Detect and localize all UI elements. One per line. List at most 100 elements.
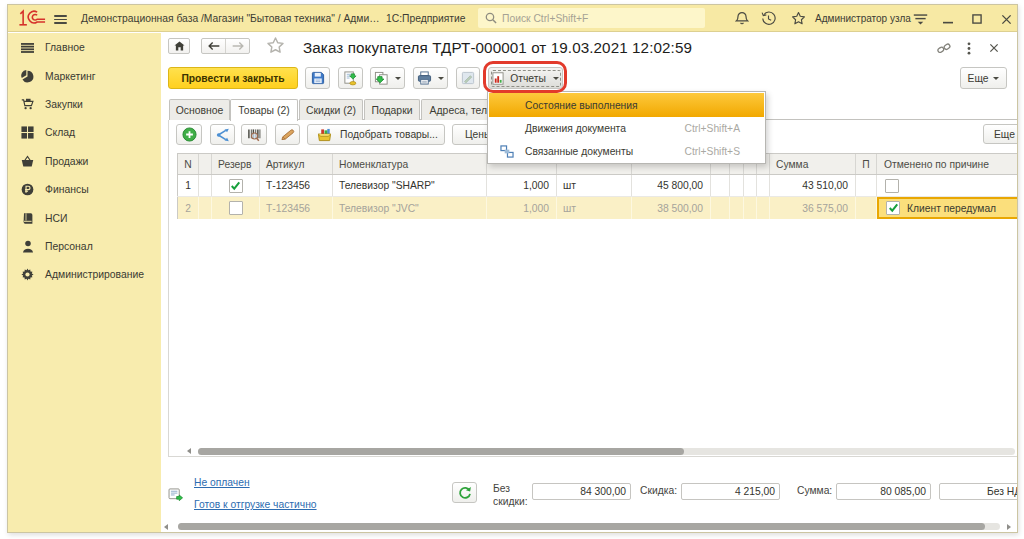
history-icon[interactable] <box>760 10 777 27</box>
pie-chart-icon <box>21 70 34 83</box>
sidebar-item-6[interactable]: Финансы <box>8 176 161 204</box>
payment-status-link[interactable]: Не оплачен <box>194 477 250 488</box>
cell-reserve[interactable] <box>212 197 260 219</box>
no-discount-field[interactable]: 84 300,00 <box>532 483 631 500</box>
pick-goods-button[interactable]: Подобрать товары... <box>307 124 445 145</box>
main-menu-icon[interactable] <box>54 15 67 24</box>
col-n[interactable]: N <box>177 154 199 174</box>
dropdown-caret-icon <box>993 77 999 80</box>
database-title: Демонстрационная база /Магазин "Бытовая … <box>81 13 380 24</box>
form-hscrollbar-thumb[interactable] <box>178 523 985 530</box>
more-button-table[interactable]: Еще <box>983 124 1018 144</box>
home-button[interactable] <box>168 38 190 54</box>
book-icon <box>21 212 34 225</box>
menu-item-shortcut: Ctrl+Shift+A <box>684 123 740 134</box>
tab-discounts[interactable]: Скидки (2) <box>299 99 363 120</box>
cell-name: Телевизор "JVC" <box>333 197 487 219</box>
col-reserve[interactable]: Резерв <box>212 154 260 174</box>
cell-x <box>744 197 757 219</box>
tab-main[interactable]: Основное <box>169 99 230 120</box>
cell-sku: Т-123456 <box>260 197 333 219</box>
checkbox-unchecked[interactable] <box>229 201 243 215</box>
tab-goods[interactable]: Товары (2) <box>230 99 298 121</box>
barcode-scan-button[interactable] <box>241 124 267 145</box>
favorite-star-icon[interactable] <box>266 36 285 57</box>
create-based-on-button[interactable] <box>370 67 405 89</box>
sidebar-item-7[interactable]: НСИ <box>8 204 161 232</box>
col-cancel-reason[interactable]: Отменено по причине <box>877 154 1018 174</box>
tab-gifts[interactable]: Подарки <box>364 99 420 120</box>
nav-group <box>201 38 250 54</box>
tools-settings-icon[interactable] <box>911 10 929 27</box>
app-name: 1С:Предприятие <box>386 13 465 24</box>
checkbox-checked[interactable] <box>886 201 900 215</box>
attach-file-button-disabled[interactable] <box>456 67 480 89</box>
menu-item-document-movements[interactable]: Движения документа Ctrl+Shift+A <box>489 117 764 140</box>
edit-row-button[interactable] <box>275 124 300 145</box>
cell-x <box>730 175 744 196</box>
cell-price: 45 800,00 <box>632 175 711 196</box>
forward-button[interactable] <box>226 39 249 53</box>
maximize-button[interactable] <box>969 11 985 27</box>
sidebar-item-4[interactable]: Склад <box>8 119 161 147</box>
col-p[interactable]: П <box>856 154 877 174</box>
get-link-icon[interactable] <box>937 42 951 57</box>
basket-icon <box>21 155 34 168</box>
table-hscrollbar-thumb[interactable] <box>198 448 684 455</box>
back-button[interactable] <box>202 39 226 53</box>
notifications-bell-icon[interactable] <box>733 10 750 27</box>
menu-item-execution-state[interactable]: Состояние выполнения <box>489 93 764 117</box>
post-document-button[interactable] <box>338 67 363 89</box>
reports-button[interactable]: Отчеты <box>488 67 563 89</box>
cell-reserve[interactable] <box>212 175 260 196</box>
sidebar-item-label: Администрирование <box>45 269 144 280</box>
col-sku[interactable]: Артикул <box>260 154 333 174</box>
sidebar-item-5[interactable]: Продажи <box>8 147 161 175</box>
col-spacer <box>199 154 212 174</box>
discount-label: Скидка: <box>640 485 677 496</box>
refresh-button[interactable] <box>452 482 477 503</box>
split-row-button[interactable] <box>210 124 235 145</box>
col-sum[interactable]: Сумма <box>770 154 856 174</box>
global-search-input[interactable]: Поиск Ctrl+Shift+F <box>478 8 705 28</box>
total-field[interactable]: 80 085,00 <box>836 483 931 500</box>
checkbox-checked[interactable] <box>229 179 243 193</box>
menu-item-related-documents[interactable]: Связанные документы Ctrl+Shift+S <box>489 140 764 163</box>
kebab-menu-icon[interactable] <box>967 42 971 57</box>
table-row-selected[interactable]: 2 Т-123456 Телевизор "JVC" 1,000 шт 38 5… <box>177 197 1018 219</box>
discount-field[interactable]: 4 215,00 <box>681 483 780 500</box>
post-and-close-button[interactable]: Провести и закрыть <box>168 67 298 89</box>
minimize-button[interactable] <box>940 11 956 27</box>
print-button[interactable] <box>413 67 448 89</box>
scroll-left-arrow[interactable] <box>187 448 191 454</box>
col-name[interactable]: Номенклатура <box>333 154 487 174</box>
cancel-reason-text: Клиент передумал <box>907 203 996 214</box>
sidebar-item-1[interactable]: Главное <box>8 34 161 62</box>
close-form-icon[interactable] <box>989 43 999 55</box>
current-user[interactable]: Администратор узла <box>815 13 911 24</box>
save-button[interactable] <box>305 67 330 89</box>
cell-x <box>757 175 770 196</box>
shipping-status-link[interactable]: Готов к отгрузке частично <box>194 499 317 510</box>
sidebar-item-2[interactable]: Маркетинг <box>8 62 161 90</box>
close-window-button[interactable] <box>998 11 1014 27</box>
vat-field[interactable]: Без НДС <box>939 483 1018 500</box>
sidebar-item-9[interactable]: Администрирование <box>8 261 161 289</box>
no-discount-label: Без скидки: <box>493 483 533 508</box>
cell-qty: 1,000 <box>487 197 557 219</box>
add-row-button[interactable] <box>176 124 202 145</box>
sidebar-item-3[interactable]: Закупки <box>8 90 161 118</box>
cell-x <box>757 197 770 219</box>
scroll-right-arrow[interactable] <box>1007 524 1011 530</box>
checkbox-unchecked[interactable] <box>885 179 899 193</box>
cell-cancel-reason[interactable] <box>877 175 1018 196</box>
cell-p <box>856 175 877 196</box>
favorites-star-icon[interactable] <box>790 10 807 27</box>
menu-lines-icon <box>21 41 34 54</box>
cell-unit: шт <box>557 197 632 219</box>
more-button-form[interactable]: Еще <box>960 67 1007 89</box>
cell-cancel-reason-focused[interactable]: Клиент передумал <box>877 197 1018 219</box>
scroll-left-arrow[interactable] <box>164 524 168 530</box>
table-row[interactable]: 1 Т-123456 Телевизор "SHARP" 1,000 шт 45… <box>177 175 1018 197</box>
sidebar-item-8[interactable]: Персонал <box>8 232 161 260</box>
